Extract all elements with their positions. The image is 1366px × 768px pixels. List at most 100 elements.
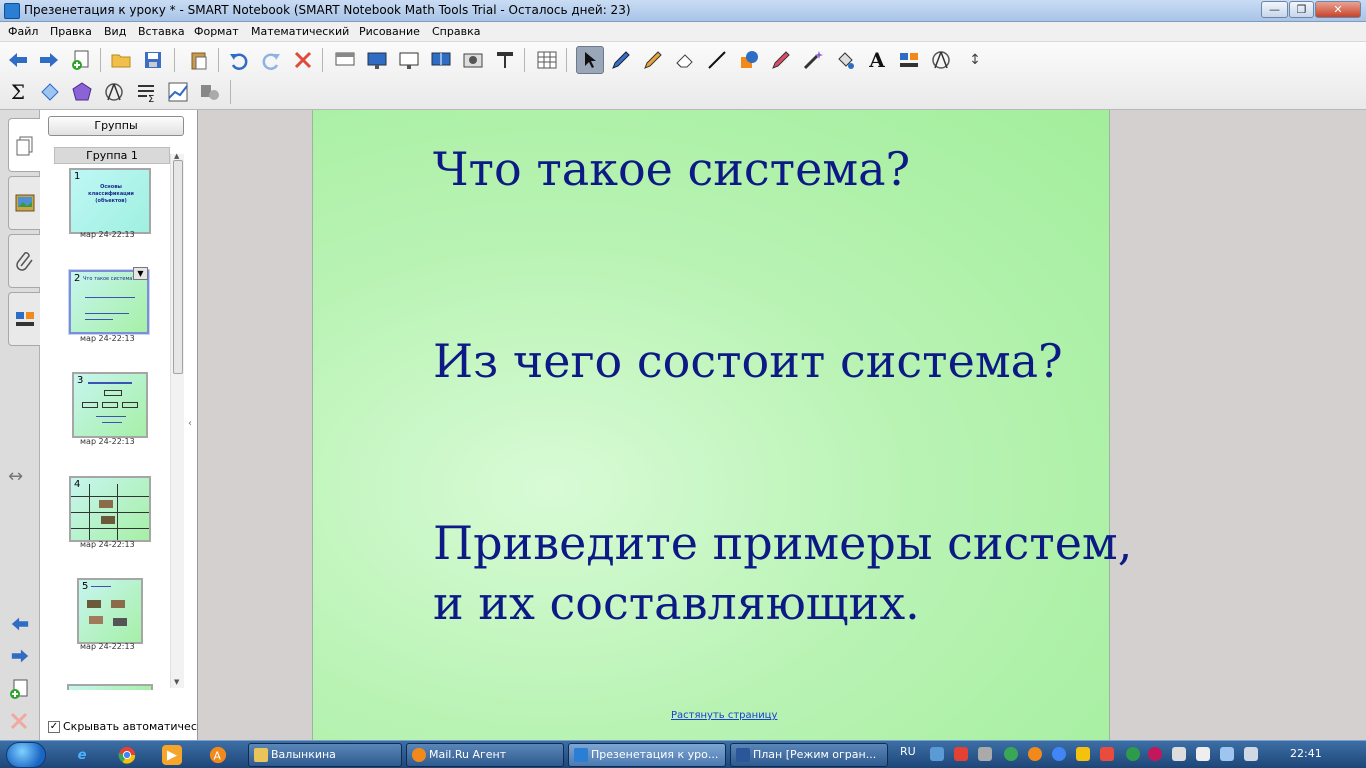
tray-volume-icon[interactable] xyxy=(1244,747,1258,761)
page-menu-dropdown-icon[interactable]: ▼ xyxy=(133,267,148,280)
page-thumbnail-4[interactable]: 4 xyxy=(69,476,151,542)
page-thumbnail-3[interactable]: 3 xyxy=(72,372,148,438)
geometry-icon[interactable] xyxy=(928,47,954,73)
menu-view[interactable]: Вид xyxy=(104,25,126,38)
media-player-icon[interactable]: ▶ xyxy=(162,745,182,765)
menu-format[interactable]: Формат xyxy=(194,25,239,38)
taskbar-item-smart-notebook[interactable]: Презенетация к уро... xyxy=(568,743,726,767)
properties-tab[interactable] xyxy=(8,292,40,346)
tray-record-icon[interactable] xyxy=(1100,747,1114,761)
shape-recognition-icon[interactable] xyxy=(37,79,63,105)
taskbar-item-folder[interactable]: Валынкина xyxy=(248,743,402,767)
slide-question-examples-line1[interactable]: Приведите примеры систем, xyxy=(433,514,1132,572)
screen-capture-icon[interactable] xyxy=(460,47,486,73)
tray-chrome-icon[interactable] xyxy=(1052,747,1066,761)
resize-sidebar-icon[interactable]: ↔ xyxy=(8,466,23,487)
page-thumbnail-1[interactable]: 1 Основы классификации (объектов) xyxy=(69,168,151,234)
avast-icon[interactable]: A xyxy=(208,745,228,765)
slide-question-examples-line2[interactable]: и их составляющих. xyxy=(433,574,920,632)
taskbar-item-mailru-agent[interactable]: Mail.Ru Агент xyxy=(406,743,564,767)
slide-question-components[interactable]: Из чего состоит система? xyxy=(433,332,1063,390)
creative-pen-icon[interactable] xyxy=(640,47,666,73)
screen-shade-icon[interactable] xyxy=(332,47,358,73)
menu-file[interactable]: Файл xyxy=(8,25,38,38)
scroll-down-icon[interactable]: ▼ xyxy=(174,678,179,686)
close-button[interactable]: ✕ xyxy=(1315,1,1361,18)
previous-page-icon[interactable] xyxy=(8,614,32,639)
sorter-scroll-thumb[interactable] xyxy=(173,160,183,374)
shapes-icon[interactable] xyxy=(736,47,762,73)
menu-draw[interactable]: Рисование xyxy=(359,25,420,38)
pen-icon[interactable] xyxy=(608,47,634,73)
notebook-page[interactable]: Что такое система? Из чего состоит систе… xyxy=(312,110,1132,740)
back-arrow-icon[interactable] xyxy=(5,47,31,73)
autohide-checkbox[interactable]: ✓ xyxy=(48,720,60,733)
doc-camera-icon[interactable] xyxy=(492,47,518,73)
save-icon[interactable] xyxy=(140,47,166,73)
page-thumbnail-5[interactable]: 5 xyxy=(77,578,143,644)
open-folder-icon[interactable] xyxy=(108,47,134,73)
tray-power-icon[interactable] xyxy=(1196,747,1210,761)
full-screen-icon[interactable] xyxy=(396,47,422,73)
sigma-icon[interactable]: Σ xyxy=(5,79,31,105)
tray-avast-icon[interactable] xyxy=(1028,747,1042,761)
maximize-button[interactable]: ❐ xyxy=(1289,1,1314,18)
highlighter-icon[interactable] xyxy=(768,47,794,73)
dual-page-icon[interactable] xyxy=(428,47,454,73)
new-page-icon[interactable] xyxy=(68,47,94,73)
taskbar-item-word[interactable]: План [Режим огран... xyxy=(730,743,888,767)
collapse-handle[interactable]: ‹ xyxy=(188,418,192,429)
text-icon[interactable]: A xyxy=(864,47,890,73)
slide-question-what-is-system[interactable]: Что такое система? xyxy=(433,140,910,198)
group-header[interactable]: Группа 1 xyxy=(54,147,170,164)
tray-icq-icon[interactable] xyxy=(1004,747,1018,761)
tray-action-center-icon[interactable] xyxy=(1172,747,1186,761)
tray-app-icon[interactable] xyxy=(954,747,968,761)
scroll-up-icon[interactable]: ▲ xyxy=(174,152,179,160)
menu-help[interactable]: Справка xyxy=(432,25,480,38)
tray-network-icon[interactable] xyxy=(1220,747,1234,761)
tray-opera-icon[interactable] xyxy=(1148,747,1162,761)
fill-icon[interactable] xyxy=(832,47,858,73)
sorter-scrollbar[interactable]: ▲ ▼ xyxy=(170,152,184,688)
eraser-icon[interactable] xyxy=(672,47,698,73)
add-page-icon[interactable] xyxy=(8,678,30,705)
start-button[interactable] xyxy=(6,742,46,768)
line-icon[interactable] xyxy=(704,47,730,73)
forward-arrow-icon[interactable] xyxy=(36,47,62,73)
attachments-tab[interactable] xyxy=(8,234,40,288)
tray-plane-icon[interactable] xyxy=(978,747,992,761)
undo-icon[interactable] xyxy=(226,47,252,73)
internet-explorer-icon[interactable]: e xyxy=(72,745,92,765)
chrome-icon[interactable] xyxy=(117,745,137,765)
autohide-option[interactable]: ✓ Скрывать автоматическ xyxy=(48,720,204,733)
math-tools-icon[interactable] xyxy=(197,79,223,105)
minimize-button[interactable]: — xyxy=(1261,1,1288,18)
language-indicator[interactable]: RU xyxy=(900,745,916,758)
system-clock[interactable]: 22:41 xyxy=(1290,747,1322,760)
menu-edit[interactable]: Правка xyxy=(50,25,92,38)
tray-pause-icon[interactable] xyxy=(1076,747,1090,761)
page-thumbnail-6[interactable] xyxy=(67,684,153,690)
redo-icon[interactable] xyxy=(258,47,284,73)
tray-keyboard-icon[interactable] xyxy=(930,747,944,761)
polygon-icon[interactable] xyxy=(69,79,95,105)
select-pointer-icon[interactable] xyxy=(576,46,604,74)
properties-icon[interactable] xyxy=(896,47,922,73)
resize-toolbar-icon[interactable]: ↕ xyxy=(962,47,988,73)
equation-icon[interactable]: Σ xyxy=(133,79,159,105)
compass-icon[interactable] xyxy=(101,79,127,105)
groups-button[interactable]: Группы xyxy=(48,116,184,136)
menu-math[interactable]: Математический xyxy=(251,25,349,38)
menu-insert[interactable]: Вставка xyxy=(138,25,185,38)
gallery-tab[interactable] xyxy=(8,176,40,230)
delete-page-icon[interactable] xyxy=(8,710,30,737)
next-page-icon[interactable] xyxy=(8,646,32,671)
tray-utorrent-icon[interactable] xyxy=(1126,747,1140,761)
magic-pen-icon[interactable] xyxy=(800,47,826,73)
page-sorter-tab[interactable] xyxy=(8,118,40,172)
graph-icon[interactable] xyxy=(165,79,191,105)
table-icon[interactable] xyxy=(534,47,560,73)
paste-icon[interactable] xyxy=(186,47,212,73)
stretch-page-link[interactable]: Растянуть страницу xyxy=(671,710,777,721)
